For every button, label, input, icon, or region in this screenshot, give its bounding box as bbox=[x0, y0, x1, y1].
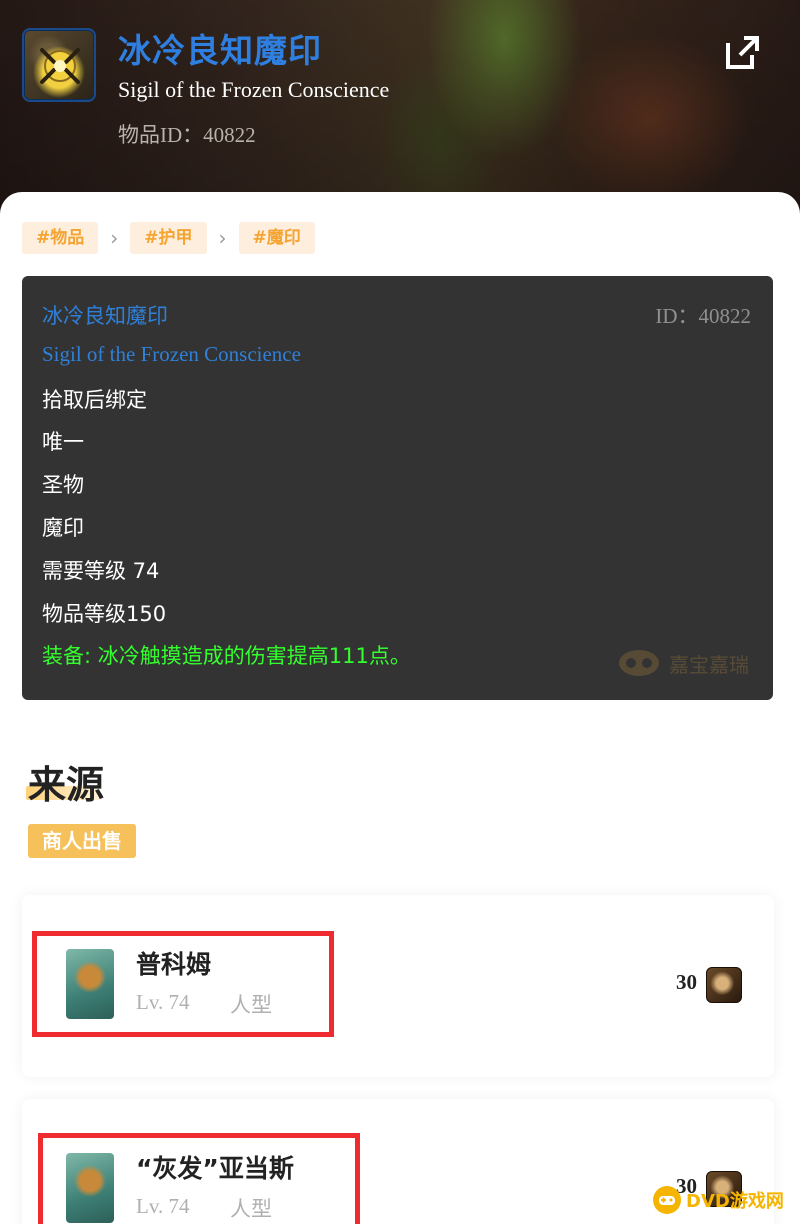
npc-price: 30 bbox=[676, 970, 697, 994]
gamepad-icon bbox=[653, 1186, 681, 1214]
breadcrumb: #物品 › #护甲 › #魔印 bbox=[22, 222, 315, 254]
site-logo: DVD游戏网 bbox=[652, 1182, 798, 1218]
item-title-cn: 冰冷良知魔印 bbox=[118, 31, 322, 70]
item-id: 物品ID：40822 bbox=[118, 123, 256, 147]
npc-card[interactable]: 普科姆 Lv. 74 人型 30 bbox=[22, 895, 774, 1077]
tooltip-slot: 圣物 bbox=[42, 473, 84, 497]
watermark: 嘉宝嘉瑞 bbox=[617, 648, 749, 678]
watermark-icon bbox=[619, 650, 659, 676]
content-panel: #物品 › #护甲 › #魔印 冰冷良知魔印 ID：40822 Sigil of… bbox=[0, 192, 800, 1224]
npc-portrait bbox=[66, 949, 114, 1019]
npc-level: Lv. 74 bbox=[136, 1194, 190, 1218]
sigil-icon bbox=[22, 28, 96, 102]
currency-icon bbox=[706, 967, 742, 1003]
npc-name: “灰发”亚当斯 bbox=[136, 1154, 294, 1183]
item-title-en: Sigil of the Frozen Conscience bbox=[118, 77, 390, 102]
tooltip-bind: 拾取后绑定 bbox=[42, 388, 147, 412]
tooltip-id: ID：40822 bbox=[655, 304, 751, 328]
watermark-text: 嘉宝嘉瑞 bbox=[669, 652, 749, 677]
chevron-right-icon: › bbox=[218, 226, 227, 250]
tooltip-required-level: 需要等级 74 bbox=[42, 559, 160, 583]
npc-level: Lv. 74 bbox=[136, 990, 190, 1014]
source-title: 来源 bbox=[28, 763, 105, 807]
tooltip-item-level: 物品等级150 bbox=[42, 602, 167, 626]
tooltip-equip-effect: 装备: 冰冷触摸造成的伤害提高111点。 bbox=[42, 644, 411, 668]
tooltip-unique: 唯一 bbox=[42, 430, 84, 454]
item-tooltip: 冰冷良知魔印 ID：40822 Sigil of the Frozen Cons… bbox=[22, 276, 773, 700]
tooltip-type: 魔印 bbox=[42, 516, 84, 540]
npc-name: 普科姆 bbox=[136, 950, 212, 979]
tag-armor[interactable]: #护甲 bbox=[130, 222, 207, 254]
tooltip-name-en: Sigil of the Frozen Conscience bbox=[42, 342, 301, 366]
npc-portrait bbox=[66, 1153, 114, 1223]
site-logo-text: DVD游戏网 bbox=[686, 1191, 784, 1212]
source-badge-vendor[interactable]: 商人出售 bbox=[28, 824, 136, 858]
tag-item[interactable]: #物品 bbox=[22, 222, 99, 254]
chevron-right-icon: › bbox=[110, 226, 119, 250]
tag-sigil[interactable]: #魔印 bbox=[238, 222, 315, 254]
npc-type: 人型 bbox=[230, 993, 272, 1017]
npc-type: 人型 bbox=[230, 1197, 272, 1221]
tooltip-name-cn: 冰冷良知魔印 bbox=[42, 304, 168, 328]
share-icon[interactable] bbox=[722, 33, 762, 73]
